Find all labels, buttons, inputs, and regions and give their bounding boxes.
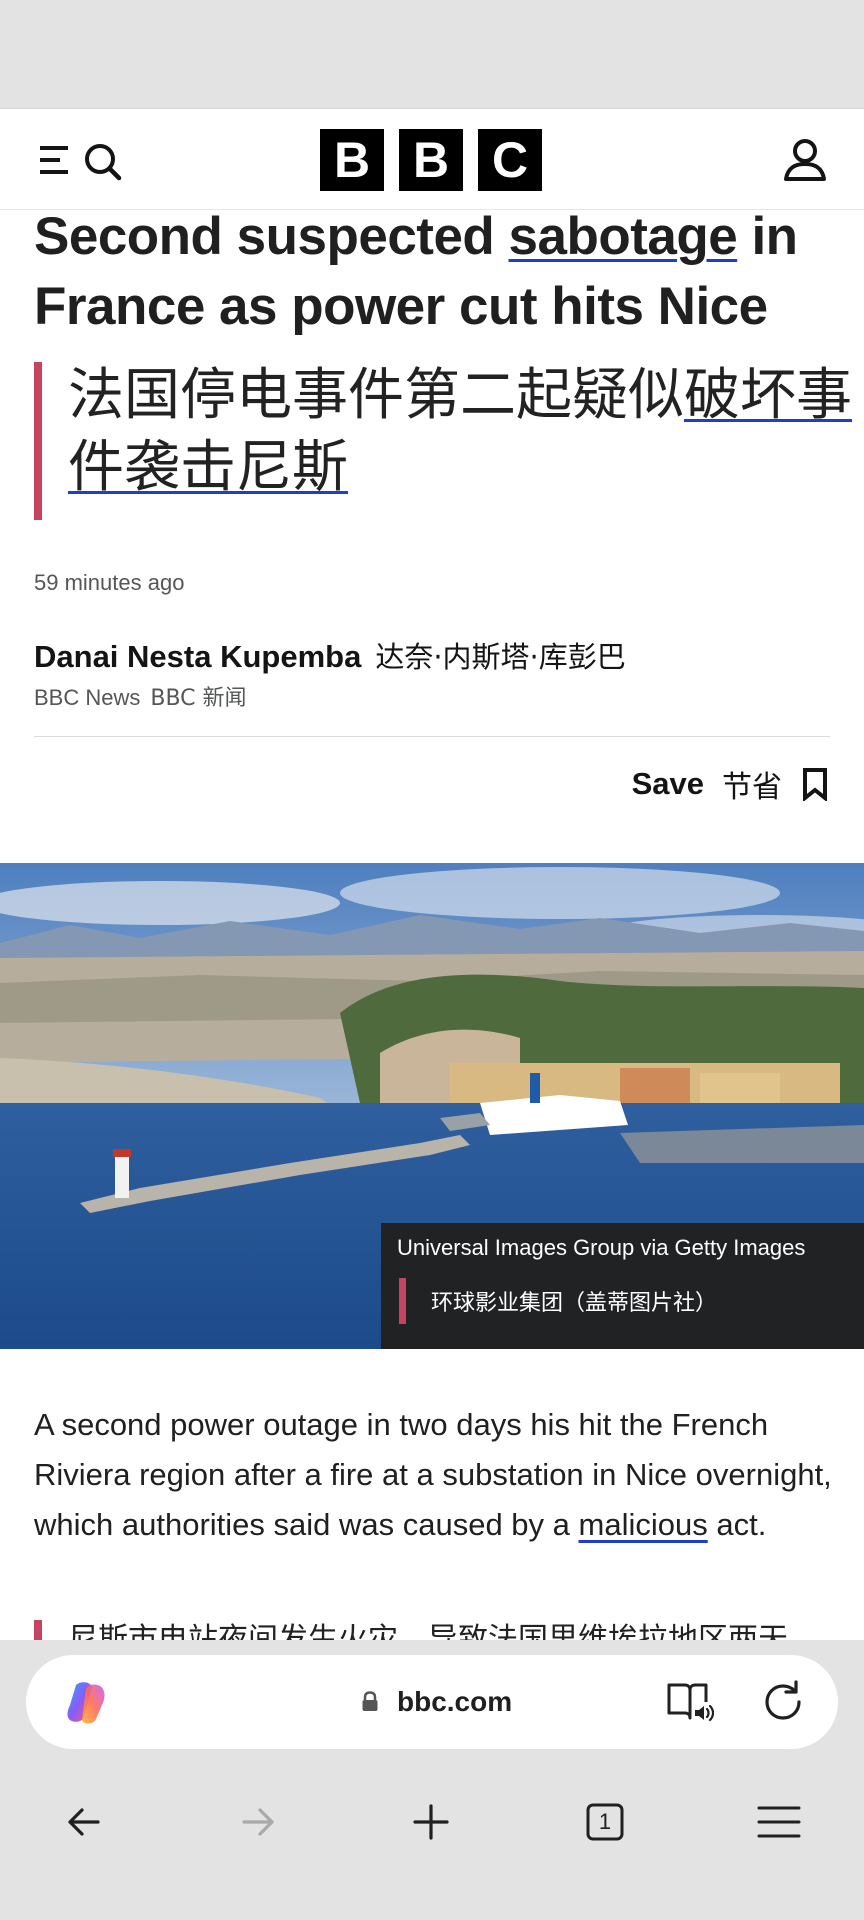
- url-text: bbc.com: [397, 1686, 513, 1717]
- read-aloud-button[interactable]: [666, 1680, 715, 1724]
- new-tab-icon: [413, 1804, 449, 1840]
- next-translated-paragraph: 尼斯市电站夜间发生火灾，导致法国里维埃拉地区两天: [68, 1622, 788, 1640]
- bookmark-icon: [803, 768, 827, 801]
- forward-icon: [242, 1808, 274, 1836]
- malicious-link[interactable]: malicious: [579, 1507, 708, 1542]
- image-credit: Universal Images Group via Getty Images: [397, 1235, 806, 1260]
- search-button[interactable]: [80, 139, 126, 185]
- browser-nav-row: 1: [0, 1782, 864, 1862]
- author-name-translated: 达奈·内斯塔·库彭巴: [375, 640, 626, 674]
- menu-icon: [757, 1806, 801, 1838]
- logo-letter-c: C: [478, 129, 542, 191]
- translated-headline-text: 法国停电事件第二起疑似: [68, 363, 684, 428]
- article-headline: Second suspected sabotage in France as p…: [34, 210, 834, 342]
- menu-button[interactable]: [36, 139, 82, 185]
- new-tab-button[interactable]: [401, 1792, 461, 1852]
- image-caption: Universal Images Group via Getty Images …: [381, 1223, 864, 1349]
- account-icon: [784, 139, 826, 181]
- browser-toolbar: bbc.com 1: [0, 1640, 864, 1920]
- article-timestamp: 59 minutes ago: [34, 570, 185, 595]
- reload-icon: [765, 1680, 801, 1720]
- url-display[interactable]: bbc.com: [361, 1679, 512, 1725]
- read-aloud-icon: [667, 1683, 715, 1722]
- paragraph-text-end: act.: [707, 1507, 767, 1542]
- browser-menu-button[interactable]: [749, 1792, 809, 1852]
- save-button[interactable]: Save 节省: [632, 762, 830, 806]
- copilot-button[interactable]: [60, 1677, 112, 1729]
- sabotage-link[interactable]: sabotage: [509, 210, 738, 266]
- search-icon: [85, 144, 122, 181]
- reload-button[interactable]: [759, 1678, 807, 1726]
- site-header: B B C: [0, 108, 864, 210]
- bbc-logo[interactable]: B B C: [320, 129, 542, 191]
- article-paragraph: A second power outage in two days his hi…: [34, 1400, 834, 1550]
- caption-accent-bar: [399, 1278, 406, 1324]
- logo-letter-b1: B: [320, 129, 384, 191]
- organization-name-translated: BBC 新闻: [150, 686, 247, 711]
- translated-headline-block: 法国停电事件第二起疑似破坏事件袭击尼斯: [34, 362, 852, 520]
- forward-button[interactable]: [228, 1792, 288, 1852]
- author-name: Danai Nesta Kupemba: [34, 639, 362, 674]
- logo-letter-b2: B: [399, 129, 463, 191]
- lock-icon: [362, 1691, 378, 1711]
- address-bar[interactable]: bbc.com: [26, 1655, 838, 1749]
- copilot-icon: [67, 1682, 105, 1724]
- author-line: Danai Nesta Kupemba 达奈·内斯塔·库彭巴: [34, 634, 626, 676]
- headline-text-start: Second suspected: [34, 210, 509, 266]
- organization-name: BBC News: [34, 685, 141, 710]
- image-credit-translated: 环球影业集团（盖蒂图片社）: [431, 1291, 718, 1316]
- status-bar: [0, 0, 864, 116]
- account-button[interactable]: [780, 135, 830, 185]
- back-button[interactable]: [54, 1792, 114, 1852]
- divider: [34, 736, 830, 737]
- save-label: Save: [631, 766, 704, 801]
- translated-headline: 法国停电事件第二起疑似破坏事件袭击尼斯: [68, 360, 858, 504]
- tab-count: 1: [598, 1809, 612, 1834]
- back-icon: [68, 1808, 100, 1836]
- next-translation-accent-bar: [34, 1620, 42, 1640]
- save-label-translated: 节省: [722, 770, 782, 805]
- tabs-button[interactable]: 1: [575, 1792, 635, 1852]
- article-content: Second suspected sabotage in France as p…: [0, 210, 864, 1640]
- translation-accent-bar: [34, 362, 42, 520]
- author-organization: BBC News BBC 新闻: [34, 680, 247, 712]
- menu-icon: [40, 146, 68, 174]
